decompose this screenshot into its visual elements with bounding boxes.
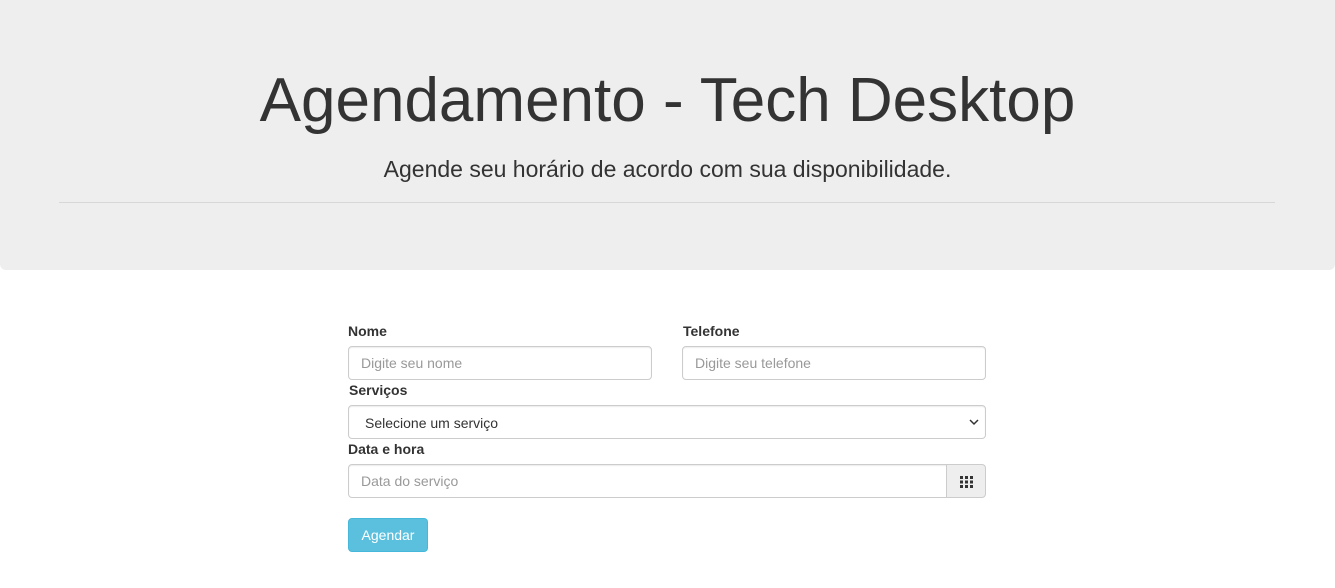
service-select-value: Selecione um serviço xyxy=(365,415,499,431)
header-divider xyxy=(59,202,1275,203)
schedule-button[interactable]: Agendar xyxy=(348,518,428,552)
phone-label: Telefone xyxy=(683,323,740,339)
datetime-picker-button[interactable] xyxy=(946,464,986,498)
header-jumbotron: Agendamento - Tech Desktop Agende seu ho… xyxy=(0,0,1335,270)
page-subtitle: Agende seu horário de acordo com sua dis… xyxy=(383,156,952,182)
name-input[interactable] xyxy=(348,346,652,380)
datetime-input[interactable] xyxy=(348,464,948,498)
name-label: Nome xyxy=(348,323,387,339)
phone-input[interactable] xyxy=(682,346,986,380)
datetime-label: Data e hora xyxy=(348,441,425,457)
service-label: Serviços xyxy=(349,382,408,398)
page-title: Agendamento - Tech Desktop xyxy=(259,66,1076,135)
service-select[interactable]: Selecione um serviço xyxy=(348,405,986,439)
calendar-grid-icon xyxy=(960,476,973,488)
chevron-down-icon xyxy=(969,419,979,426)
